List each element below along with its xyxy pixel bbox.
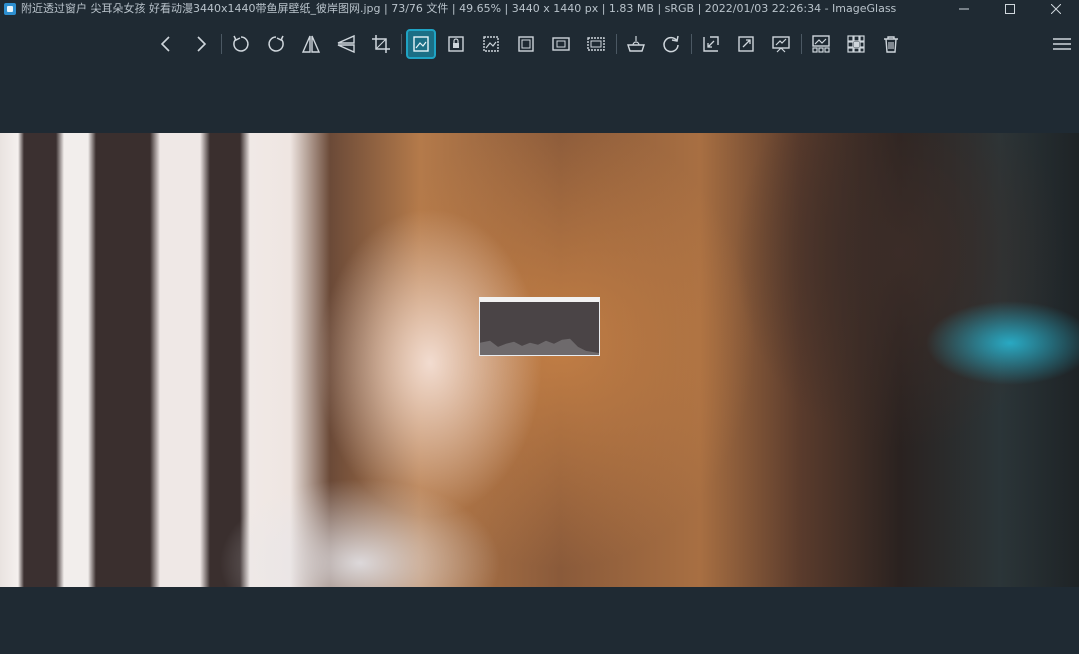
toolbar-separator [616, 34, 617, 54]
crop-button[interactable] [366, 29, 396, 59]
maximize-button[interactable] [987, 0, 1033, 18]
flip-vertical-icon [337, 34, 355, 54]
window-controls [941, 0, 1079, 18]
chevron-left-icon [160, 36, 170, 52]
crop-icon [372, 35, 390, 53]
toolbar-separator [221, 34, 222, 54]
slideshow-button[interactable] [766, 29, 796, 59]
flip-horizontal-icon [301, 35, 321, 53]
window-title: 附近透过窗户 尖耳朵女孩 好看动漫3440x1440带鱼屏壁纸_彼岸图网.jpg… [21, 2, 897, 15]
auto-zoom-icon [413, 36, 429, 52]
trash-icon [884, 36, 898, 53]
histogram-panel [479, 297, 600, 356]
toolbar-separator [401, 34, 402, 54]
chevron-right-icon [197, 36, 207, 52]
checkerboard-button[interactable] [841, 29, 871, 59]
lock-zoom-button[interactable] [441, 29, 471, 59]
fullscreen-icon [738, 36, 754, 52]
fullscreen-button[interactable] [731, 29, 761, 59]
goto-icon [703, 36, 719, 52]
goto-image-button[interactable] [696, 29, 726, 59]
close-icon [1051, 4, 1061, 14]
image-viewer[interactable] [0, 64, 1079, 654]
rotate-left-button[interactable] [226, 29, 256, 59]
open-with-button[interactable] [621, 29, 651, 59]
thumbnail-bar-button[interactable] [806, 29, 836, 59]
hamburger-menu-icon [1053, 38, 1071, 50]
scale-height-icon [518, 36, 534, 52]
displayed-image [0, 133, 1079, 587]
scale-fill-icon [587, 37, 605, 51]
toolbar [0, 24, 1079, 64]
title-bar: 附近透过窗户 尖耳朵女孩 好看动漫3440x1440带鱼屏壁纸_彼岸图网.jpg… [0, 0, 1079, 18]
maximize-icon [1005, 4, 1015, 14]
previous-image-button[interactable] [151, 29, 181, 59]
scale-to-height-button[interactable] [511, 29, 541, 59]
thumbnail-bar-icon [812, 35, 830, 53]
flip-vertical-button[interactable] [331, 29, 361, 59]
rotate-right-button[interactable] [261, 29, 291, 59]
minimize-icon [959, 8, 969, 10]
scale-to-fit-button[interactable] [546, 29, 576, 59]
checkerboard-icon [847, 35, 865, 53]
scale-to-fill-button[interactable] [581, 29, 611, 59]
open-with-icon [627, 36, 645, 52]
toolbar-separator [801, 34, 802, 54]
toolbar-separator [691, 34, 692, 54]
scale-fit-icon [552, 37, 570, 51]
refresh-icon [663, 35, 679, 53]
flip-horizontal-button[interactable] [296, 29, 326, 59]
minimize-button[interactable] [941, 0, 987, 18]
refresh-button[interactable] [656, 29, 686, 59]
rotate-right-icon [268, 35, 284, 52]
auto-zoom-button[interactable] [406, 29, 436, 59]
scale-width-icon [483, 36, 499, 52]
lock-zoom-icon [448, 36, 464, 52]
slideshow-icon [772, 36, 790, 53]
histogram-graph [480, 338, 599, 355]
delete-button[interactable] [876, 29, 906, 59]
rotate-left-icon [233, 35, 249, 52]
main-menu-button[interactable] [1047, 29, 1077, 59]
next-image-button[interactable] [186, 29, 216, 59]
close-button[interactable] [1033, 0, 1079, 18]
app-icon [4, 3, 16, 15]
scale-to-width-button[interactable] [476, 29, 506, 59]
